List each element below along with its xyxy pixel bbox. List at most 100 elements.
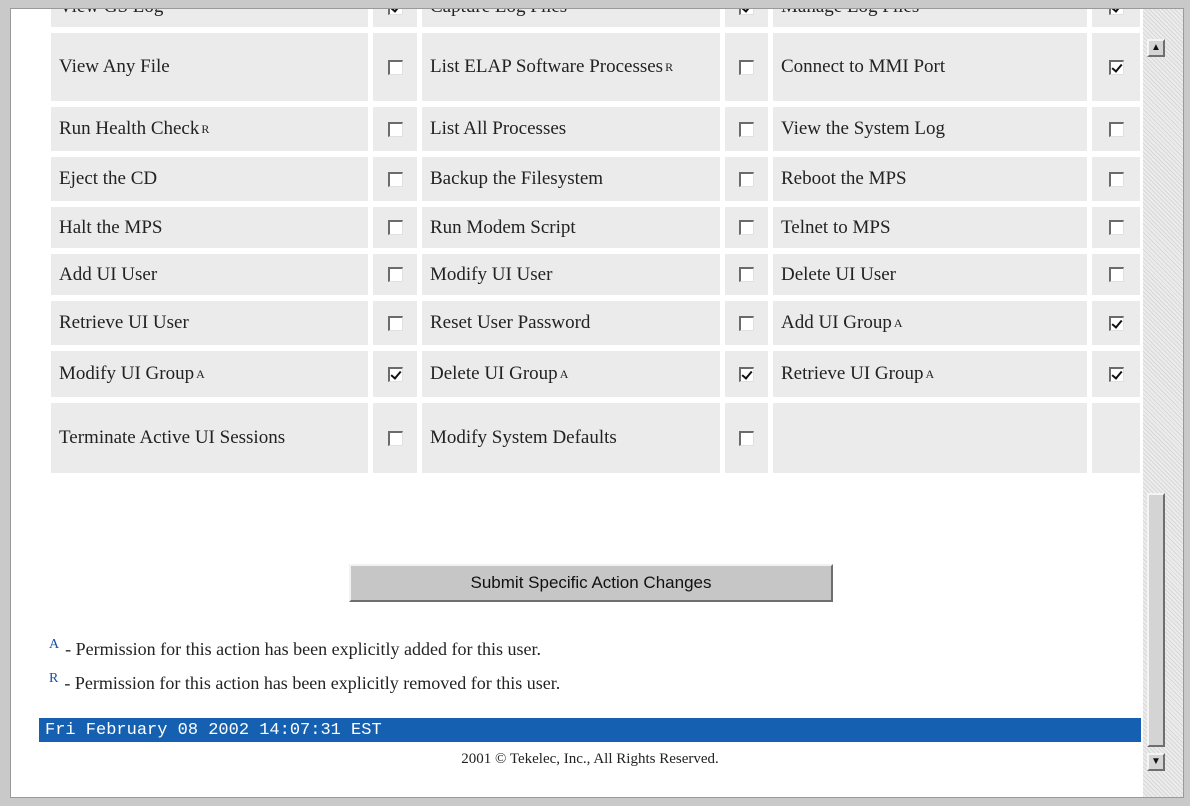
permission-label-text: Retrieve UI User (59, 312, 189, 334)
permission-label: Telnet to MPS (773, 207, 1087, 248)
permission-checkbox-cell (1092, 207, 1140, 248)
legend-removed: R - Permission for this action has been e… (49, 671, 560, 694)
permission-checkbox-cell (725, 254, 768, 295)
submit-specific-action-changes-button[interactable]: Submit Specific Action Changes (349, 564, 833, 602)
permission-label-text: Halt the MPS (59, 216, 163, 238)
permission-label: Delete UI User (773, 254, 1087, 295)
permission-checkbox[interactable] (1108, 171, 1124, 187)
permission-checkbox-cell (1092, 351, 1140, 397)
permission-checkbox[interactable] (739, 366, 754, 382)
page-content: View GS Log Capture Log Files Manage Log F… (11, 9, 1141, 797)
permission-checkbox-cell (725, 207, 768, 248)
permission-label: Reboot the MPS (773, 157, 1087, 201)
permission-label-text: Add UI User (59, 263, 158, 285)
permission-checkbox-cell (373, 301, 417, 345)
permission-label-text: Delete UI User (781, 263, 897, 285)
permission-checkbox-cell (725, 403, 768, 473)
permission-checkbox-cell (1092, 157, 1140, 201)
permission-checkbox[interactable] (387, 315, 403, 331)
permission-label-text: Modify System Defaults (430, 427, 617, 449)
permission-checkbox[interactable] (739, 9, 754, 15)
permission-label-text: View GS Log (59, 9, 163, 19)
copyright-notice: 2001 © Tekelec, Inc., All Rights Reserve… (461, 751, 719, 767)
permission-label-text: List All Processes (430, 118, 567, 140)
permission-checkbox[interactable] (739, 267, 754, 282)
permission-checkbox-cell (373, 351, 417, 397)
permission-label: View the System Log (773, 107, 1087, 151)
permission-label-text: Reset User Password (430, 312, 591, 334)
permission-label: Add UI User (51, 254, 368, 295)
permission-checkbox-cell (725, 157, 768, 201)
permission-checkbox-cell (725, 351, 768, 397)
scroll-up-arrow-icon[interactable]: ▲ (1147, 39, 1165, 57)
permission-checkbox[interactable] (1108, 121, 1124, 137)
permission-checkbox[interactable] (387, 267, 403, 282)
permission-label: Retrieve UI User (51, 301, 368, 345)
permission-label: Eject the CD (51, 157, 368, 201)
permission-label-text: View the System Log (781, 118, 946, 140)
legend-added-mark: A (49, 637, 60, 652)
empty-cell (1092, 403, 1140, 473)
permission-checkbox[interactable] (387, 366, 403, 382)
permission-checkbox[interactable] (739, 430, 754, 446)
permission-row: Halt the MPS Run Modem Script Telnet to MP… (51, 207, 1141, 248)
legend-removed-text: - Permission for this action has been ex… (64, 673, 561, 693)
permission-label: Run Modem Script (422, 207, 720, 248)
permission-label: Connect to MMI Port (773, 33, 1087, 101)
permission-checkbox[interactable] (1108, 220, 1124, 235)
permission-checkbox[interactable] (739, 315, 754, 331)
permission-checkbox[interactable] (1108, 366, 1124, 382)
permission-checkbox-cell (1092, 9, 1140, 27)
permission-label: Manage Log Files (773, 9, 1087, 27)
permission-label: Delete UI Group A (422, 351, 720, 397)
permission-checkbox-cell (725, 9, 768, 27)
permissions-table: View GS Log Capture Log Files Manage Log F… (51, 9, 1141, 479)
legend-added-text: - Permission for this action has been ex… (65, 639, 542, 659)
permission-checkbox[interactable] (387, 59, 403, 75)
permission-checkbox-cell (1092, 301, 1140, 345)
permission-checkbox[interactable] (387, 9, 403, 15)
permission-row: View Any File List ELAP Software Processe… (51, 33, 1141, 101)
permission-label: List All Processes (422, 107, 720, 151)
permission-label: List ELAP Software Processes R (422, 33, 720, 101)
permission-checkbox[interactable] (739, 121, 754, 137)
permission-checkbox-cell (373, 403, 417, 473)
permission-label-text: Reboot the MPS (781, 168, 907, 190)
permission-checkbox[interactable] (387, 220, 403, 235)
permission-label-text: Manage Log Files (781, 9, 919, 19)
permission-checkbox-cell (373, 157, 417, 201)
permission-checkbox[interactable] (387, 430, 403, 446)
permission-checkbox[interactable] (739, 171, 754, 187)
permission-checkbox[interactable] (739, 220, 754, 235)
permission-checkbox[interactable] (1108, 267, 1124, 282)
permission-label: Modify System Defaults (422, 403, 720, 473)
permission-checkbox[interactable] (387, 171, 403, 187)
permission-label: Backup the Filesystem (422, 157, 720, 201)
permission-label: Capture Log Files (422, 9, 720, 27)
permission-checkbox-cell (373, 9, 417, 27)
permission-checkbox[interactable] (739, 59, 754, 75)
permission-label: View GS Log (51, 9, 368, 27)
permission-checkbox-cell (1092, 107, 1140, 151)
empty-cell (773, 403, 1087, 473)
permission-label-text: Delete UI Group (430, 363, 558, 385)
permission-label-text: Add UI Group (781, 312, 892, 334)
legend-removed-mark: R (49, 671, 59, 686)
vertical-scrollbar[interactable]: ▲ ▼ (1143, 9, 1183, 797)
status-bar-datetime: Fri February 08 2002 14:07:31 EST (39, 718, 1141, 742)
permission-checkbox[interactable] (1108, 59, 1124, 75)
permission-checkbox-cell (373, 33, 417, 101)
permission-label-text: Connect to MMI Port (781, 56, 946, 78)
permission-checkbox[interactable] (1108, 315, 1124, 331)
scroll-down-arrow-icon[interactable]: ▼ (1147, 753, 1165, 771)
permission-label-text: Capture Log Files (430, 9, 567, 19)
permission-checkbox[interactable] (1108, 9, 1124, 15)
permission-checkbox-cell (1092, 33, 1140, 101)
permission-label: Halt the MPS (51, 207, 368, 248)
legend-added: A - Permission for this action has been e… (49, 637, 541, 660)
permission-label-text: Modify UI Group (59, 363, 195, 385)
permission-row: View GS Log Capture Log Files Manage Log F… (51, 9, 1141, 27)
permission-checkbox-cell (373, 107, 417, 151)
permission-checkbox[interactable] (387, 121, 403, 137)
scrollbar-thumb[interactable] (1147, 493, 1165, 747)
